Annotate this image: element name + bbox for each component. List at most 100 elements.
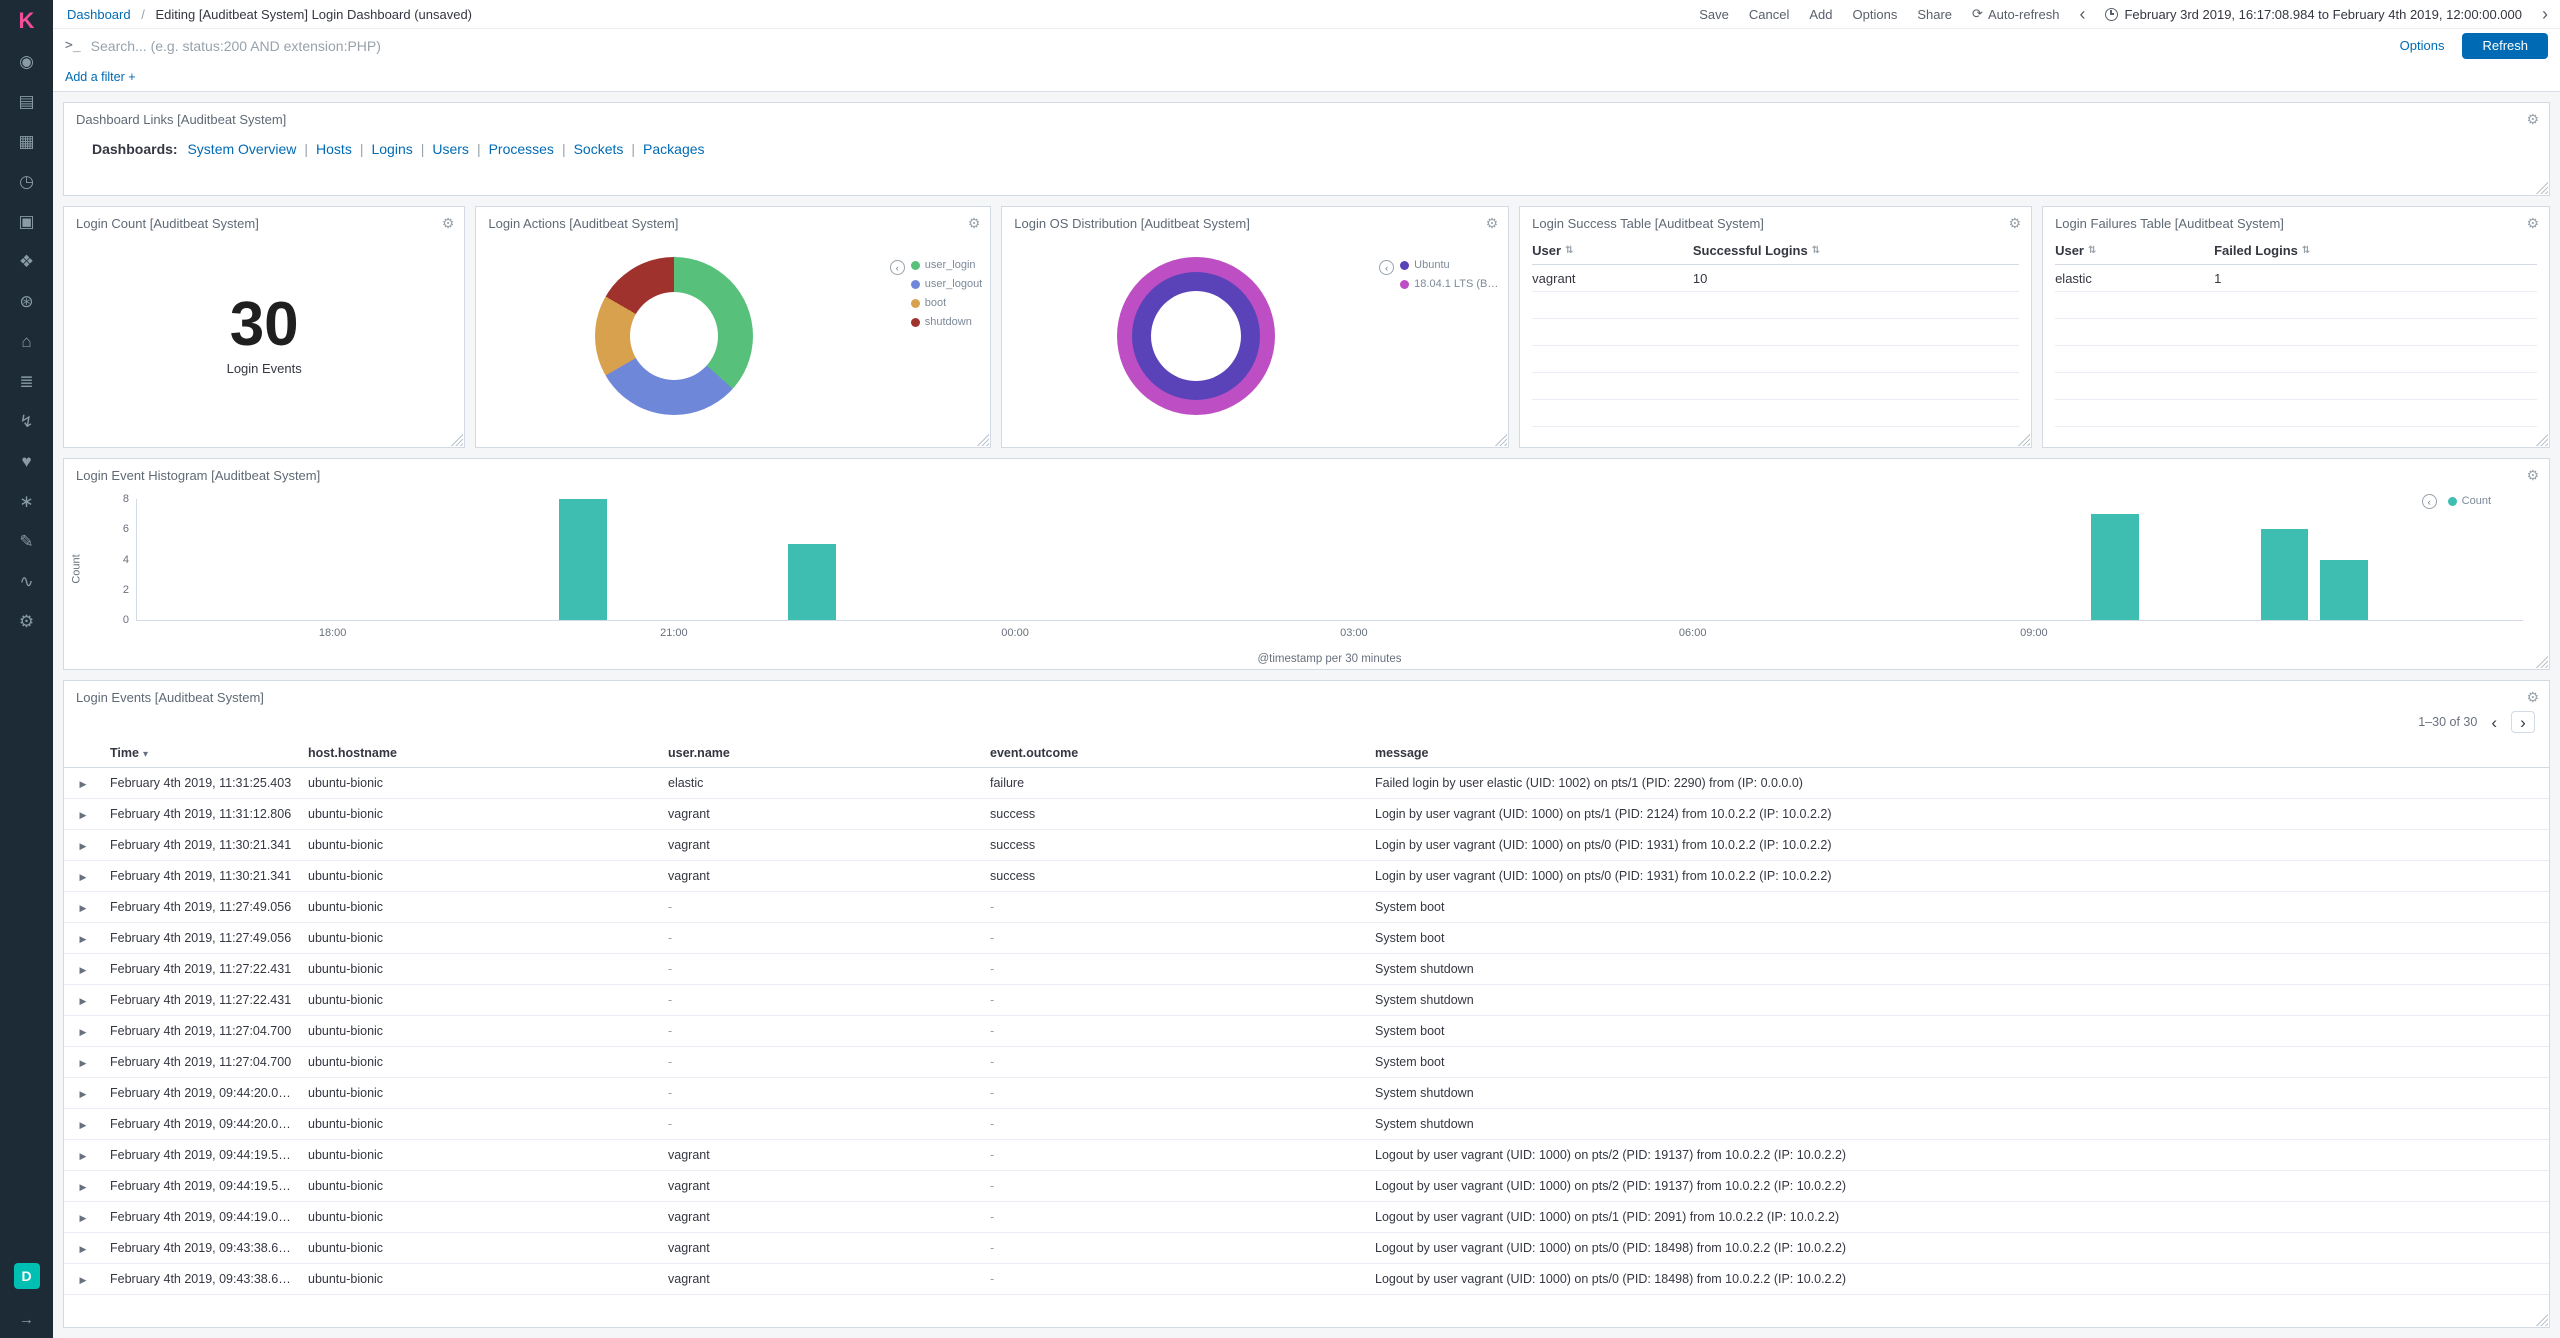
discover-icon[interactable]: ◉ <box>0 42 53 82</box>
dashboard-link[interactable]: Users <box>432 141 469 157</box>
expand-row-icon[interactable]: ▶ <box>80 810 87 820</box>
expand-row-icon[interactable]: ▶ <box>80 1027 87 1037</box>
legend-item[interactable]: 18.04.1 LTS (Bionic B... <box>1400 278 1500 290</box>
expand-row-icon[interactable]: ▶ <box>80 1275 87 1285</box>
legend-item[interactable]: Ubuntu <box>1400 259 1500 271</box>
panel-header[interactable]: Login Success Table [Auditbeat System] ⚙ <box>1520 207 2031 235</box>
graph-icon[interactable]: ∗ <box>0 482 53 522</box>
dashboard-link[interactable]: Logins <box>371 141 412 157</box>
column-header-outcome[interactable]: event.outcome <box>982 739 1367 768</box>
infrastructure-icon[interactable]: ⌂ <box>0 322 53 362</box>
column-header[interactable]: User⇅ <box>2055 243 2214 258</box>
monitoring-icon[interactable]: ∿ <box>0 562 53 602</box>
breadcrumb-dashboard-link[interactable]: Dashboard <box>67 7 131 22</box>
expand-row-icon[interactable]: ▶ <box>80 903 87 913</box>
dashboard-link[interactable]: Hosts <box>316 141 352 157</box>
panel-resize-handle[interactable] <box>2534 180 2548 194</box>
panel-options-gear-icon[interactable]: ⚙ <box>968 216 981 230</box>
pagination-next-button[interactable]: › <box>2511 711 2535 733</box>
timelion-icon[interactable]: ◷ <box>0 162 53 202</box>
login-actions-donut[interactable] <box>595 257 753 415</box>
histogram-bar[interactable] <box>2320 560 2368 621</box>
logs-icon[interactable]: ≣ <box>0 362 53 402</box>
panel-resize-handle[interactable] <box>449 432 463 446</box>
panel-header[interactable]: Login OS Distribution [Auditbeat System]… <box>1002 207 1508 235</box>
login-os-donut[interactable] <box>1117 257 1275 415</box>
legend-toggle-icon[interactable]: ‹ <box>2422 494 2437 509</box>
expand-row-icon[interactable]: ▶ <box>80 1213 87 1223</box>
histogram-bar[interactable] <box>2091 514 2139 620</box>
dashboard-icon[interactable]: ▦ <box>0 122 53 162</box>
expand-row-icon[interactable]: ▶ <box>80 841 87 851</box>
histogram-bar[interactable] <box>788 544 836 620</box>
dashboard-link[interactable]: Packages <box>643 141 704 157</box>
sidebar-expand-icon[interactable]: → <box>19 1311 34 1328</box>
column-header[interactable]: Successful Logins⇅ <box>1693 243 2019 258</box>
column-header-hostname[interactable]: host.hostname <box>300 739 660 768</box>
dashboard-link[interactable]: System Overview <box>187 141 296 157</box>
canvas-icon[interactable]: ▣ <box>0 202 53 242</box>
search-input[interactable] <box>91 38 2388 54</box>
legend-toggle-icon[interactable]: ‹ <box>890 260 905 275</box>
panel-options-gear-icon[interactable]: ⚙ <box>2009 216 2022 230</box>
panel-resize-handle[interactable] <box>2534 1312 2548 1326</box>
panel-header[interactable]: Login Event Histogram [Auditbeat System]… <box>64 459 2549 487</box>
refresh-button[interactable]: Refresh <box>2462 33 2548 59</box>
time-forward-button[interactable]: › <box>2542 5 2548 23</box>
pagination-prev-button[interactable]: ‹ <box>2491 714 2497 731</box>
panel-header[interactable]: Login Events [Auditbeat System] ⚙ <box>64 681 2549 709</box>
legend-item[interactable]: boot <box>911 297 983 309</box>
expand-row-icon[interactable]: ▶ <box>80 872 87 882</box>
legend-item[interactable]: user_login <box>911 259 983 271</box>
expand-row-icon[interactable]: ▶ <box>80 1058 87 1068</box>
panel-options-gear-icon[interactable]: ⚙ <box>2526 468 2539 482</box>
panel-header[interactable]: Login Failures Table [Auditbeat System] … <box>2043 207 2549 235</box>
column-header[interactable]: User⇅ <box>1532 243 1693 258</box>
share-button[interactable]: Share <box>1917 7 1952 22</box>
machine-learning-icon[interactable]: ⊛ <box>0 282 53 322</box>
time-back-button[interactable]: ‹ <box>2079 5 2085 23</box>
cancel-button[interactable]: Cancel <box>1749 7 1789 22</box>
histogram-bar[interactable] <box>559 499 607 620</box>
expand-row-icon[interactable]: ▶ <box>80 996 87 1006</box>
dev-tools-icon[interactable]: ✎ <box>0 522 53 562</box>
panel-resize-handle[interactable] <box>975 432 989 446</box>
expand-row-icon[interactable]: ▶ <box>80 779 87 789</box>
panel-options-gear-icon[interactable]: ⚙ <box>1486 216 1499 230</box>
add-button[interactable]: Add <box>1809 7 1832 22</box>
panel-resize-handle[interactable] <box>2534 654 2548 668</box>
add-filter-link[interactable]: Add a filter + <box>65 70 136 84</box>
options-button[interactable]: Options <box>1853 7 1898 22</box>
column-header-username[interactable]: user.name <box>660 739 982 768</box>
space-badge[interactable]: D <box>14 1263 40 1289</box>
uptime-icon[interactable]: ♥ <box>0 442 53 482</box>
kibana-logo-icon[interactable]: K <box>0 0 53 42</box>
expand-row-icon[interactable]: ▶ <box>80 1244 87 1254</box>
auto-refresh-button[interactable]: ⟳ Auto-refresh <box>1972 6 2059 22</box>
column-header-time[interactable]: Time▾ <box>102 739 300 768</box>
panel-options-gear-icon[interactable]: ⚙ <box>2526 690 2539 704</box>
expand-row-icon[interactable]: ▶ <box>80 934 87 944</box>
panel-options-gear-icon[interactable]: ⚙ <box>442 216 455 230</box>
save-button[interactable]: Save <box>1699 7 1729 22</box>
panel-options-gear-icon[interactable]: ⚙ <box>2526 112 2539 126</box>
panel-resize-handle[interactable] <box>1493 432 1507 446</box>
panel-options-gear-icon[interactable]: ⚙ <box>2526 216 2539 230</box>
dashboard-link[interactable]: Processes <box>489 141 554 157</box>
legend-item[interactable]: user_logout <box>911 278 983 290</box>
column-header[interactable]: Failed Logins⇅ <box>2214 243 2537 258</box>
column-header-message[interactable]: message <box>1367 739 2549 768</box>
histogram-bar[interactable] <box>2261 529 2309 620</box>
query-options-link[interactable]: Options <box>2400 38 2445 53</box>
expand-row-icon[interactable]: ▶ <box>80 1089 87 1099</box>
management-icon[interactable]: ⚙ <box>0 602 53 642</box>
legend-toggle-icon[interactable]: ‹ <box>1379 260 1394 275</box>
panel-resize-handle[interactable] <box>2534 432 2548 446</box>
dashboard-link[interactable]: Sockets <box>574 141 624 157</box>
histogram-legend-label[interactable]: Count <box>2462 495 2491 507</box>
panel-resize-handle[interactable] <box>2016 432 2030 446</box>
expand-row-icon[interactable]: ▶ <box>80 1182 87 1192</box>
visualize-icon[interactable]: ▤ <box>0 82 53 122</box>
expand-row-icon[interactable]: ▶ <box>80 965 87 975</box>
panel-header[interactable]: Login Actions [Auditbeat System] ⚙ <box>476 207 990 235</box>
